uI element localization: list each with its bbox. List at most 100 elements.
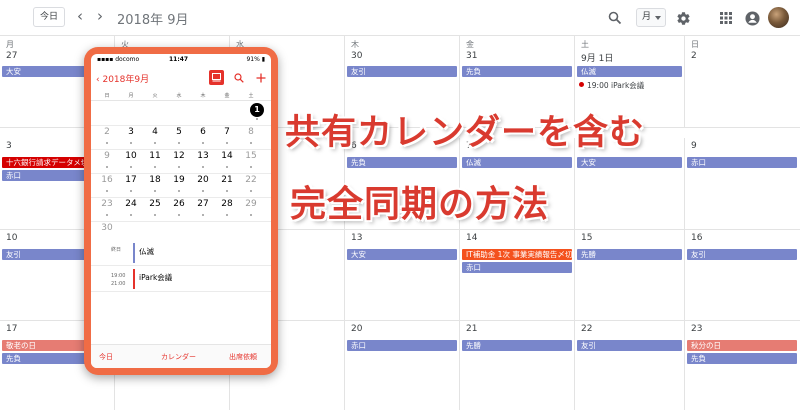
day-cell[interactable]: 22 友引: [575, 321, 685, 410]
avatar[interactable]: [768, 7, 789, 28]
mini-day[interactable]: 12: [168, 151, 190, 171]
event-chip[interactable]: 先負: [347, 157, 457, 168]
mini-day[interactable]: 10: [120, 151, 142, 171]
day-number[interactable]: 23: [691, 324, 702, 334]
event-dot-icon: [250, 214, 252, 216]
day-number[interactable]: 13: [351, 233, 362, 243]
day-cell[interactable]: 16 友引: [685, 230, 800, 320]
mini-day[interactable]: 3: [120, 127, 142, 147]
day-number[interactable]: 2: [691, 51, 697, 61]
event-chip[interactable]: 友引: [687, 249, 797, 260]
event-chip[interactable]: 先負: [462, 66, 572, 77]
event-chip[interactable]: 友引: [577, 340, 682, 351]
back-to-month[interactable]: ‹ 2018年9月: [96, 72, 149, 85]
tab-calendars[interactable]: カレンダー: [161, 352, 196, 362]
event-chip[interactable]: 先負: [687, 353, 797, 364]
day-number[interactable]: 21: [466, 324, 477, 334]
mini-day[interactable]: 24: [120, 199, 142, 219]
mini-day[interactable]: 22: [240, 175, 262, 195]
day-number[interactable]: 22: [581, 324, 592, 334]
day-number[interactable]: 10: [6, 233, 17, 243]
event-chip[interactable]: IT補助金 1次 事業実績報告〆切: [462, 249, 572, 260]
mini-day[interactable]: 1: [246, 103, 268, 123]
day-cell[interactable]: 13 大安: [345, 230, 460, 320]
mini-day[interactable]: 2: [96, 127, 118, 147]
search-icon[interactable]: [605, 8, 625, 28]
day-cell[interactable]: 日 2: [685, 36, 800, 127]
mini-day[interactable]: 28: [216, 199, 238, 219]
search-icon[interactable]: [231, 70, 246, 85]
day-cell[interactable]: 21 先勝: [460, 321, 575, 410]
mini-day[interactable]: 17: [120, 175, 142, 195]
day-cell[interactable]: 23 秋分の日 先負: [685, 321, 800, 410]
mini-day[interactable]: 27: [192, 199, 214, 219]
event-dot-icon: [106, 214, 108, 216]
mini-day[interactable]: 6: [192, 127, 214, 147]
carrier-label: ▪▪▪▪ docomo: [97, 56, 140, 63]
mini-day[interactable]: 9: [96, 151, 118, 171]
event-chip[interactable]: 赤口: [462, 262, 572, 273]
mini-day[interactable]: 21: [216, 175, 238, 195]
event-dot-icon: [579, 82, 584, 87]
day-number[interactable]: 27: [6, 51, 17, 61]
day-number[interactable]: 14: [466, 233, 477, 243]
day-cell[interactable]: 20 赤口: [345, 321, 460, 410]
day-cell[interactable]: 15 先勝: [575, 230, 685, 320]
day-number[interactable]: 30: [351, 51, 362, 61]
mini-day[interactable]: 23: [96, 199, 118, 219]
gear-icon[interactable]: [673, 8, 693, 28]
agenda-item[interactable]: 19:00 21:00 iPark会議: [91, 266, 271, 292]
day-cell[interactable]: 14 IT補助金 1次 事業実績報告〆切 赤口: [460, 230, 575, 320]
mini-day[interactable]: 25: [144, 199, 166, 219]
mini-day[interactable]: 11: [144, 151, 166, 171]
day-number[interactable]: 31: [466, 51, 477, 61]
event-chip[interactable]: 赤口: [687, 157, 797, 168]
event-chip[interactable]: 大安: [577, 157, 682, 168]
mini-day[interactable]: 26: [168, 199, 190, 219]
event-chip[interactable]: 仏滅: [462, 157, 572, 168]
mini-day[interactable]: 19: [168, 175, 190, 195]
account-circle-icon[interactable]: [742, 8, 762, 28]
mini-day[interactable]: 18: [144, 175, 166, 195]
day-number[interactable]: 3: [6, 141, 12, 151]
mini-day[interactable]: 4: [144, 127, 166, 147]
event-chip[interactable]: 大安: [347, 249, 457, 260]
mini-day[interactable]: 7: [216, 127, 238, 147]
event-dot-icon: [202, 190, 204, 192]
today-button[interactable]: 今日: [33, 7, 65, 27]
event-chip[interactable]: 先勝: [577, 249, 682, 260]
mini-day[interactable]: 20: [192, 175, 214, 195]
day-number[interactable]: 15: [581, 233, 592, 243]
mini-day[interactable]: 16: [96, 175, 118, 195]
day-number[interactable]: 16: [691, 233, 702, 243]
timed-event[interactable]: 19:00 iPark会議: [579, 80, 644, 91]
day-cell[interactable]: 9 赤口: [685, 138, 800, 229]
mini-day[interactable]: 5: [168, 127, 190, 147]
event-chip[interactable]: 先勝: [462, 340, 572, 351]
mini-day-number: 14: [221, 151, 233, 161]
add-icon[interactable]: [253, 70, 268, 85]
day-number[interactable]: 9: [691, 141, 697, 151]
apps-grid-icon[interactable]: [716, 8, 736, 28]
day-number[interactable]: 17: [6, 324, 17, 334]
event-chip[interactable]: 赤口: [347, 340, 457, 351]
day-number[interactable]: 9月 1日: [581, 51, 613, 64]
list-view-icon[interactable]: [209, 70, 224, 85]
event-chip[interactable]: 秋分の日: [687, 340, 797, 351]
phone-screen: ▪▪▪▪ docomo 11:47 91% ▮ ‹ 2018年9月 日 月 火 …: [91, 54, 271, 368]
event-chip[interactable]: 友引: [347, 66, 457, 77]
view-select[interactable]: 月: [636, 8, 666, 27]
event-chip[interactable]: 仏滅: [577, 66, 682, 77]
mini-day[interactable]: 29: [240, 199, 262, 219]
agenda-item[interactable]: 終日 仏滅: [91, 240, 271, 266]
mini-day[interactable]: 13: [192, 151, 214, 171]
mini-day[interactable]: 15: [240, 151, 262, 171]
tab-inbox[interactable]: 出席依頼: [229, 352, 257, 362]
chevron-left-icon[interactable]: ‹: [72, 7, 88, 27]
tab-today[interactable]: 今日: [99, 352, 113, 362]
mini-day[interactable]: 8: [240, 127, 262, 147]
chevron-right-icon[interactable]: ›: [92, 7, 108, 27]
day-number[interactable]: 20: [351, 324, 362, 334]
mini-day-number: 6: [200, 127, 206, 137]
mini-day[interactable]: 14: [216, 151, 238, 171]
